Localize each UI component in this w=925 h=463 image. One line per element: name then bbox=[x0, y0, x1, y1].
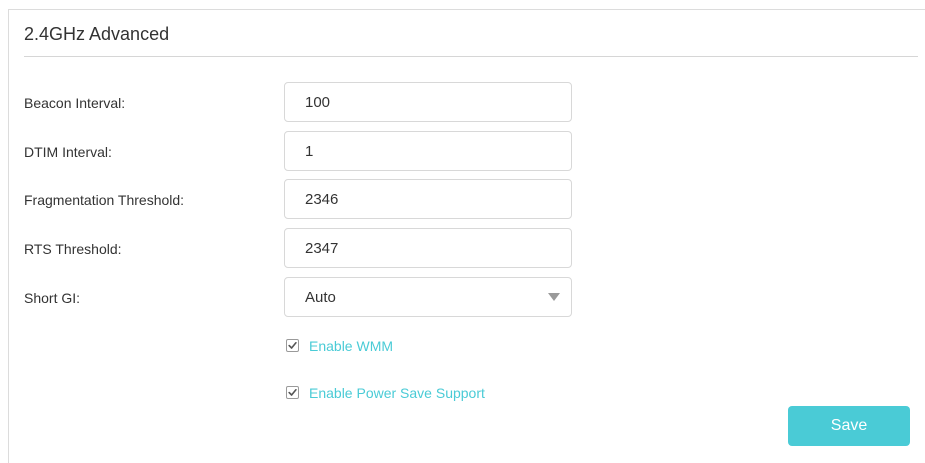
dtim-interval-input[interactable] bbox=[284, 131, 572, 171]
checkmark-icon bbox=[288, 389, 297, 396]
short-gi-select[interactable]: Auto bbox=[284, 277, 572, 317]
section-title: 2.4GHz Advanced bbox=[24, 24, 170, 44]
title-divider bbox=[24, 56, 918, 57]
short-gi-selected-value: Auto bbox=[305, 289, 336, 306]
short-gi-label: Short GI: bbox=[24, 290, 81, 306]
enable-wmm-label[interactable]: Enable WMM bbox=[309, 338, 393, 354]
enable-wmm-checkbox[interactable] bbox=[286, 339, 299, 352]
beacon-interval-label: Beacon Interval: bbox=[24, 95, 126, 111]
fragmentation-threshold-input[interactable] bbox=[284, 179, 572, 219]
advanced-settings-panel: 2.4GHz Advanced Beacon Interval: DTIM In… bbox=[8, 9, 925, 463]
checkmark-icon bbox=[288, 342, 297, 349]
enable-power-save-label[interactable]: Enable Power Save Support bbox=[309, 385, 485, 401]
fragmentation-threshold-label: Fragmentation Threshold: bbox=[24, 192, 185, 208]
save-button[interactable]: Save bbox=[788, 406, 910, 446]
rts-threshold-input[interactable] bbox=[284, 228, 572, 268]
rts-threshold-label: RTS Threshold: bbox=[24, 241, 122, 257]
chevron-down-icon bbox=[548, 293, 560, 301]
enable-power-save-checkbox[interactable] bbox=[286, 386, 299, 399]
dtim-interval-label: DTIM Interval: bbox=[24, 144, 112, 160]
beacon-interval-input[interactable] bbox=[284, 82, 572, 122]
